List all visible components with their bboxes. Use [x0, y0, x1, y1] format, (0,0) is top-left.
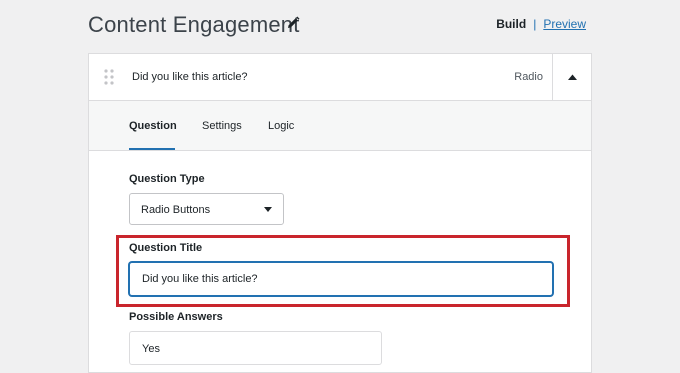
question-type-label: Question Type: [129, 173, 205, 185]
possible-answers-label: Possible Answers: [129, 311, 223, 323]
collapse-button[interactable]: [552, 54, 591, 100]
tab-logic[interactable]: Logic: [268, 120, 294, 132]
nav-separator: |: [533, 17, 537, 31]
chevron-up-icon: [568, 74, 577, 80]
page-title: Content Engagement: [88, 12, 300, 37]
question-type-select[interactable]: Radio Buttons: [129, 193, 284, 225]
preview-link[interactable]: Preview: [543, 17, 586, 31]
question-type-value: Radio Buttons: [141, 204, 211, 216]
answer-value: Yes: [142, 343, 160, 355]
question-tabs: Question Settings Logic: [89, 101, 591, 151]
question-header-title: Did you like this article?: [132, 71, 248, 83]
caret-down-icon: [264, 207, 272, 212]
tab-question[interactable]: Question: [129, 120, 177, 132]
question-header[interactable]: Did you like this article? Radio: [89, 54, 591, 101]
question-card: Did you like this article? Radio Questio…: [88, 53, 592, 373]
question-type-badge: Radio: [514, 71, 543, 83]
drag-handle-icon[interactable]: [104, 69, 114, 85]
active-tab-indicator: [129, 148, 175, 150]
page-header: Content Engagement Build | Preview: [88, 10, 588, 40]
build-preview-nav: Build | Preview: [496, 17, 586, 31]
pencil-icon[interactable]: [286, 16, 300, 30]
highlight-box: [116, 235, 570, 307]
tab-settings[interactable]: Settings: [202, 120, 242, 132]
answer-input[interactable]: Yes: [129, 331, 382, 365]
build-link[interactable]: Build: [496, 17, 526, 31]
